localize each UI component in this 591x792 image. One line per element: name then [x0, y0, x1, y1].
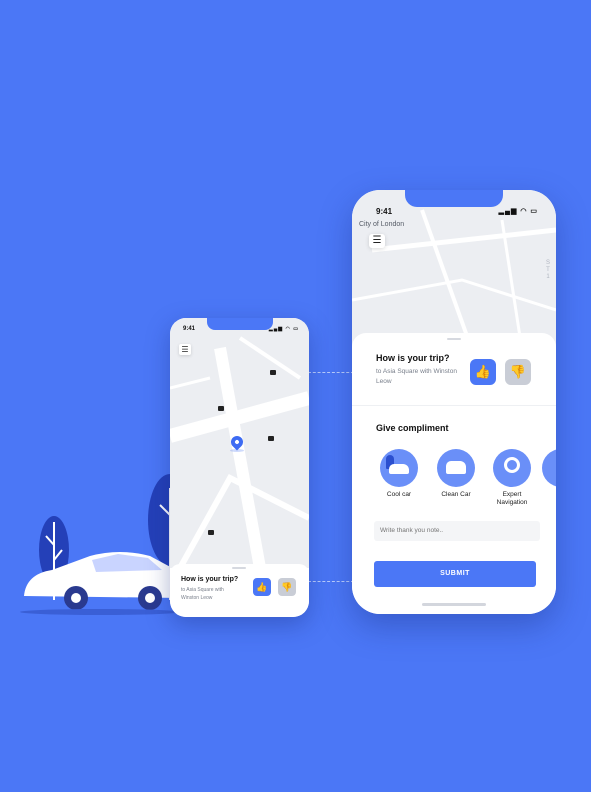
thumbs-up-icon: 👍 [474, 364, 492, 379]
thumbs-down-icon: 👎 [281, 582, 293, 592]
car-icon [208, 530, 214, 535]
car-icon [270, 370, 276, 375]
map-side-label: S T 1 [545, 260, 550, 280]
status-time: 9:41 [376, 207, 393, 216]
status-bar: 9:41 ▂▄▆ ◠ ▭ [170, 324, 309, 336]
thumbs-down-button[interactable]: 👎 [278, 578, 296, 596]
connector-line [308, 372, 354, 582]
clean-car-icon [437, 449, 475, 487]
compliment-cool-car[interactable]: Cool car [374, 449, 424, 499]
thumbs-up-icon: 👍 [256, 582, 268, 592]
thumbs-down-icon: 👎 [509, 364, 527, 379]
trip-rating-card: How is your trip? to Asia Square with Wi… [352, 333, 556, 614]
thumbs-up-button[interactable]: 👍 [253, 578, 271, 596]
cool-car-icon [380, 449, 418, 487]
pin-shadow [230, 449, 244, 452]
home-indicator [422, 603, 486, 606]
compliment-label: Clean Car [441, 491, 471, 498]
map-view[interactable]: 9:41 ▂▄▆ ◠ ▭ City of London ☰ S T 1 [352, 190, 556, 350]
trip-rating-card: How is your trip? to Asia Square with Wi… [170, 564, 309, 617]
status-icons: ▂▄▆ ◠ ▭ [268, 326, 299, 332]
compliment-clean-car[interactable]: Clean Car [431, 449, 481, 499]
compliment-list: Cool car Clean Car Expert Navigation C [374, 449, 556, 509]
compliment-expert-navigation[interactable]: Expert Navigation [487, 449, 537, 507]
car-icon [268, 436, 274, 441]
thumbs-up-button[interactable]: 👍 [470, 359, 496, 385]
status-time: 9:41 [183, 326, 196, 332]
menu-icon[interactable]: ☰ [179, 344, 191, 355]
trip-subtitle: to Asia Square with Winston Leow [376, 368, 457, 385]
menu-icon[interactable]: ☰ [369, 234, 385, 248]
phone-large: 9:41 ▂▄▆ ◠ ▭ City of London ☰ S T 1 How … [352, 190, 556, 614]
car-icon [218, 406, 224, 411]
compliment-title: Give compliment [376, 423, 449, 433]
divider [352, 405, 556, 406]
thank-you-note-input[interactable] [374, 521, 540, 541]
drag-handle[interactable] [232, 567, 246, 569]
submit-button[interactable]: SUBMIT [374, 561, 536, 587]
trip-question: How is your trip? [376, 353, 450, 363]
drag-handle[interactable] [447, 338, 461, 340]
map-location-label: City of London [359, 221, 405, 228]
phone-small: 9:41 ▂▄▆ ◠ ▭ ☰ How is your trip? to Asia… [170, 318, 309, 617]
steering-wheel-icon [493, 449, 531, 487]
notch [405, 190, 503, 207]
compliment-label: C [536, 491, 556, 499]
compliment-partial[interactable]: C [536, 449, 556, 499]
trip-subtitle: to Asia Square with Winston Leow [181, 587, 224, 601]
map-view[interactable]: 9:41 ▂▄▆ ◠ ▭ ☰ [170, 318, 309, 568]
trip-question: How is your trip? [181, 576, 239, 583]
status-icons: ▂▄▆ ◠ ▭ [498, 208, 538, 215]
compliment-label: Cool car [386, 491, 412, 498]
compliment-label: Expert Navigation [496, 491, 528, 506]
thumbs-down-button[interactable]: 👎 [505, 359, 531, 385]
compliment-icon [542, 449, 556, 487]
